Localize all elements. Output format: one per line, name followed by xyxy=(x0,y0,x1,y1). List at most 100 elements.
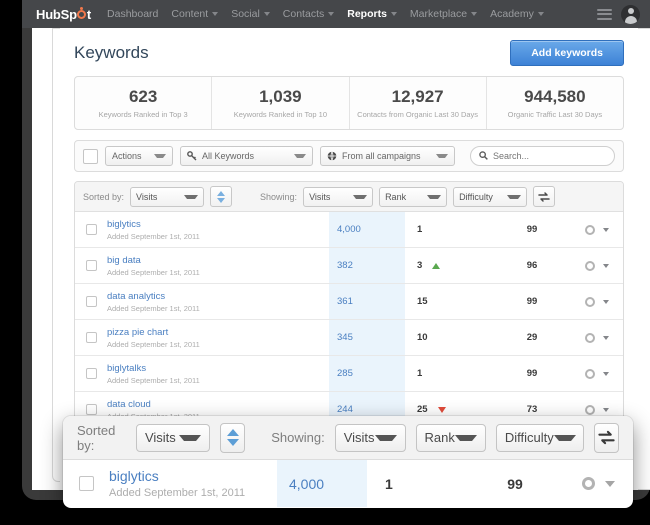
table-row[interactable]: pizza pie chart Added September 1st, 201… xyxy=(75,320,623,356)
column-visits-dropdown[interactable]: Visits xyxy=(303,186,374,207)
rank-value: 1 xyxy=(417,368,423,379)
nav-item-contacts[interactable]: Contacts xyxy=(283,8,335,20)
column-rank-dropdown[interactable]: Rank xyxy=(379,186,448,207)
hubspot-logo[interactable]: HubSp t xyxy=(36,6,92,22)
chevron-down-icon xyxy=(294,154,306,158)
overlay-column-difficulty-label: Difficulty xyxy=(504,430,554,445)
overlay-column-visits-dropdown[interactable]: Visits xyxy=(334,423,406,452)
row-actions-cell[interactable] xyxy=(571,260,623,271)
nav-item-content[interactable]: Content xyxy=(171,8,219,20)
row-actions-cell[interactable] xyxy=(571,404,623,415)
chevron-down-icon[interactable] xyxy=(603,299,609,304)
keyword-name[interactable]: pizza pie chart xyxy=(107,327,329,338)
visits-cell[interactable]: 361 xyxy=(329,284,405,319)
nav-item-reports[interactable]: Reports xyxy=(347,8,397,20)
select-all-checkbox[interactable] xyxy=(83,148,98,164)
visits-cell[interactable]: 4,000 xyxy=(329,212,405,247)
hamburger-menu-icon[interactable] xyxy=(597,6,612,22)
nav-label: Academy xyxy=(490,8,534,20)
chevron-down-icon[interactable] xyxy=(603,263,609,268)
stat-value: 1,039 xyxy=(259,87,302,106)
chevron-down-icon xyxy=(436,154,448,158)
chevron-down-icon[interactable] xyxy=(603,227,609,232)
sorted-by-dropdown[interactable]: Visits xyxy=(130,186,205,207)
chevron-down-icon xyxy=(154,154,166,158)
keyword-name[interactable]: biglytics xyxy=(107,219,329,230)
row-checkbox[interactable] xyxy=(78,476,94,491)
swap-columns-button[interactable] xyxy=(533,186,556,207)
table-row[interactable]: big data Added September 1st, 2011 382 3… xyxy=(75,248,623,284)
overlay-swap-columns-button[interactable] xyxy=(593,422,620,453)
user-avatar-icon[interactable] xyxy=(621,4,640,24)
row-checkbox[interactable] xyxy=(85,332,97,343)
row-checkbox[interactable] xyxy=(85,404,97,415)
chevron-down-icon xyxy=(471,12,478,16)
row-checkbox[interactable] xyxy=(85,260,97,271)
stat-label: Keywords Ranked in Top 3 xyxy=(98,110,188,119)
table-row[interactable]: biglytics Added September 1st, 2011 4,00… xyxy=(75,212,623,248)
row-actions-cell[interactable] xyxy=(571,368,623,379)
visits-cell[interactable]: 345 xyxy=(329,320,405,355)
difficulty-cell: 29 xyxy=(526,332,538,343)
sort-direction-button[interactable] xyxy=(210,186,233,207)
keyword-name[interactable]: biglytalks xyxy=(107,363,329,374)
nav-label: Dashboard xyxy=(107,8,159,20)
gear-icon[interactable] xyxy=(581,477,595,490)
chevron-down-icon xyxy=(328,12,335,16)
page-header: Keywords Add keywords xyxy=(74,38,624,68)
logo-text-right: t xyxy=(86,6,92,22)
visits-cell[interactable]: 285 xyxy=(329,356,405,391)
search-box[interactable] xyxy=(470,146,615,166)
keywords-filter-dropdown[interactable]: All Keywords xyxy=(180,146,313,166)
column-difficulty-dropdown[interactable]: Difficulty xyxy=(453,186,528,207)
row-checkbox[interactable] xyxy=(85,296,97,307)
chevron-down-icon[interactable] xyxy=(603,371,609,376)
keyword-name[interactable]: big data xyxy=(107,255,329,266)
search-input[interactable] xyxy=(493,151,606,161)
keyword-cell: biglytalks Added September 1st, 2011 xyxy=(107,363,329,385)
gear-icon[interactable] xyxy=(585,260,595,271)
gear-icon[interactable] xyxy=(585,368,595,379)
gear-icon[interactable] xyxy=(585,224,595,235)
visits-cell[interactable]: 382 xyxy=(329,248,405,283)
nav-item-marketplace[interactable]: Marketplace xyxy=(410,8,478,20)
row-actions-cell[interactable] xyxy=(571,332,623,343)
chevron-down-icon[interactable] xyxy=(603,407,609,412)
add-keywords-button[interactable]: Add keywords xyxy=(510,40,624,66)
overlay-sorted-by-dropdown[interactable]: Visits xyxy=(135,423,211,452)
table-row[interactable]: data analytics Added September 1st, 2011… xyxy=(75,284,623,320)
row-checkbox[interactable] xyxy=(85,224,97,235)
gear-icon[interactable] xyxy=(585,296,595,307)
table-row[interactable]: biglytalks Added September 1st, 2011 285… xyxy=(75,356,623,392)
overlay-table-row[interactable]: biglytics Added September 1st, 2011 4,00… xyxy=(63,460,633,507)
chevron-down-icon xyxy=(353,194,368,199)
chevron-down-icon[interactable] xyxy=(603,335,609,340)
keyword-cell: data analytics Added September 1st, 2011 xyxy=(107,291,329,313)
gear-icon[interactable] xyxy=(585,332,595,343)
nav-item-academy[interactable]: Academy xyxy=(490,8,544,20)
keyword-name[interactable]: data cloud xyxy=(107,399,329,410)
row-checkbox[interactable] xyxy=(85,368,97,379)
row-actions-cell[interactable] xyxy=(563,477,633,490)
row-checkbox-cell xyxy=(75,332,107,343)
campaigns-filter-dropdown[interactable]: From all campaigns xyxy=(320,146,455,166)
nav-item-dashboard[interactable]: Dashboard xyxy=(107,8,158,20)
chevron-down-icon[interactable] xyxy=(604,480,615,487)
overlay-column-difficulty-dropdown[interactable]: Difficulty xyxy=(495,423,584,452)
overlay-sort-direction-button[interactable] xyxy=(220,422,246,453)
nav-label: Social xyxy=(231,8,260,20)
rank-cell: 15 xyxy=(405,296,493,307)
row-actions-cell[interactable] xyxy=(571,224,623,235)
visits-cell[interactable]: 4,000 xyxy=(277,460,367,507)
gear-icon[interactable] xyxy=(585,404,595,415)
row-checkbox-cell xyxy=(75,224,107,235)
keyword-name[interactable]: data analytics xyxy=(107,291,329,302)
column-difficulty-label: Difficulty xyxy=(459,191,493,202)
keyword-name[interactable]: biglytics xyxy=(109,468,277,484)
chevron-down-icon xyxy=(427,194,442,199)
actions-dropdown[interactable]: Actions xyxy=(105,146,173,166)
row-checkbox-cell xyxy=(75,368,107,379)
overlay-column-rank-dropdown[interactable]: Rank xyxy=(415,423,486,452)
nav-item-social[interactable]: Social xyxy=(231,8,270,20)
row-actions-cell[interactable] xyxy=(571,296,623,307)
